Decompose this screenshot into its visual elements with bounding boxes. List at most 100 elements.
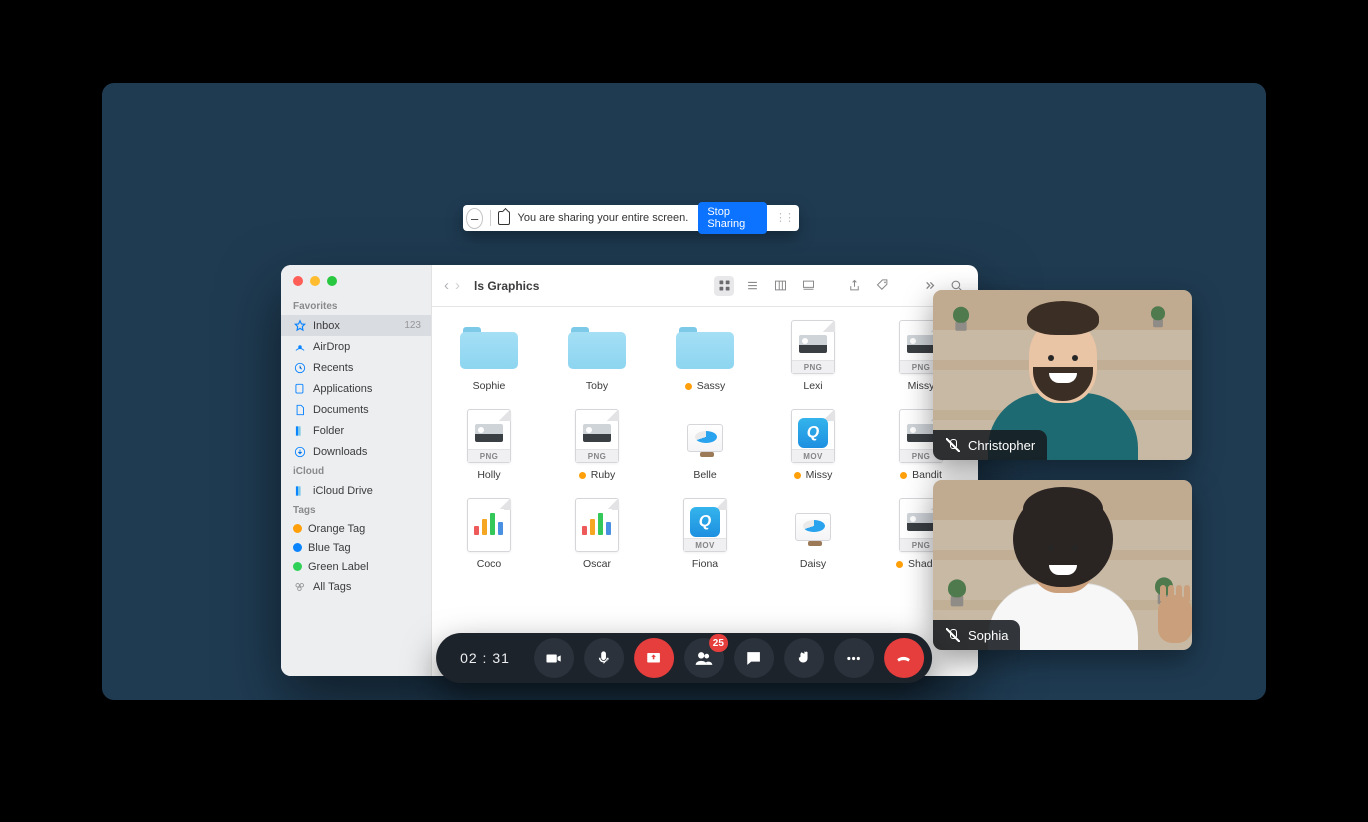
file-label: Belle (693, 469, 716, 481)
file-item[interactable]: Daisy (762, 499, 864, 570)
sidebar-item-folder[interactable]: Folder (281, 420, 431, 441)
sidebar-tag-orange[interactable]: Orange Tag (281, 519, 431, 538)
sidebar-header-favorites: Favorites (281, 297, 431, 315)
file-label: Daisy (800, 558, 826, 570)
view-columns-button[interactable] (770, 276, 790, 296)
reactions-button[interactable] (784, 638, 824, 678)
call-timer: 02 : 31 (460, 650, 510, 666)
sidebar-item-label: All Tags (313, 581, 351, 593)
share-status-text: You are sharing your entire screen. (518, 212, 689, 224)
sidebar-tag-green[interactable]: Green Label (281, 557, 431, 576)
participant-name: Sophia (968, 628, 1008, 643)
file-thumbnail (565, 321, 629, 373)
nav-forward-button[interactable]: › (455, 277, 460, 294)
file-item[interactable]: Toby (546, 321, 648, 392)
file-item[interactable]: Belle (654, 410, 756, 481)
file-thumbnail: PNG (781, 321, 845, 373)
collapse-icon[interactable]: – (466, 208, 483, 229)
file-thumbnail: PNG (457, 410, 521, 462)
file-item[interactable]: Coco (438, 499, 540, 570)
tags-button[interactable] (872, 276, 892, 296)
sidebar-header-tags: Tags (281, 501, 431, 519)
sidebar-item-label: Documents (313, 404, 369, 416)
file-name: Daisy (800, 558, 826, 570)
participant-name-chip: Christopher (933, 430, 1047, 460)
sidebar-item-label: Blue Tag (308, 542, 351, 554)
close-window-button[interactable] (293, 276, 303, 286)
file-thumbnail: MOV (781, 410, 845, 462)
file-label: Oscar (583, 558, 611, 570)
toggle-mic-button[interactable] (584, 638, 624, 678)
sidebar-item-label: AirDrop (313, 341, 350, 353)
end-call-button[interactable] (884, 638, 924, 678)
window-controls (281, 276, 431, 297)
chat-button[interactable] (734, 638, 774, 678)
file-item[interactable]: MOV Fiona (654, 499, 756, 570)
participants-button[interactable]: 25 (684, 638, 724, 678)
minimize-window-button[interactable] (310, 276, 320, 286)
sidebar-item-airdrop[interactable]: AirDrop (281, 336, 431, 357)
file-item[interactable]: Sophie (438, 321, 540, 392)
file-name: Belle (693, 469, 716, 481)
file-item[interactable]: Sassy (654, 321, 756, 392)
share-button[interactable] (844, 276, 864, 296)
participant-tile-christopher[interactable]: Christopher (933, 290, 1192, 460)
file-label: Lexi (803, 380, 822, 392)
stop-sharing-button[interactable]: Stop Sharing (698, 202, 767, 234)
sidebar-item-downloads[interactable]: Downloads (281, 441, 431, 462)
file-thumbnail (565, 499, 629, 551)
drag-handle-icon[interactable]: ⋮⋮ (775, 216, 793, 220)
star-icon (293, 319, 307, 333)
sidebar-item-label: Downloads (313, 446, 367, 458)
sidebar-item-applications[interactable]: Applications (281, 378, 431, 399)
file-label: Coco (477, 558, 502, 570)
nav-back-button[interactable]: ‹ (444, 277, 449, 294)
sidebar-item-label: Green Label (308, 561, 369, 573)
sidebar-tag-blue[interactable]: Blue Tag (281, 538, 431, 557)
mic-muted-icon (945, 438, 960, 453)
file-name: Fiona (692, 558, 718, 570)
sidebar-all-tags[interactable]: All Tags (281, 576, 431, 597)
participant-name: Christopher (968, 438, 1035, 453)
tag-dot-icon (896, 561, 903, 568)
finder-title: ls Graphics (474, 279, 539, 293)
icloud-icon (293, 484, 307, 498)
call-control-bar: 02 : 31 25 (436, 633, 932, 683)
finder-toolbar: ‹ › ls Graphics (432, 265, 978, 307)
file-thumbnail (781, 499, 845, 551)
waving-hand (1158, 595, 1192, 643)
file-label: Sassy (685, 380, 726, 392)
maximize-window-button[interactable] (327, 276, 337, 286)
file-item[interactable]: PNG Holly (438, 410, 540, 481)
sidebar-item-recents[interactable]: Recents (281, 357, 431, 378)
participant-tile-sophia[interactable]: Sophia (933, 480, 1192, 650)
file-item[interactable]: Oscar (546, 499, 648, 570)
file-thumbnail: MOV (673, 499, 737, 551)
sidebar-item-label: Inbox (313, 320, 340, 332)
downloads-icon (293, 445, 307, 459)
view-list-button[interactable] (742, 276, 762, 296)
file-label: Fiona (692, 558, 718, 570)
view-icons-button[interactable] (714, 276, 734, 296)
file-name: Missy (908, 380, 935, 392)
file-label: Sophie (473, 380, 506, 392)
sidebar-item-label: Folder (313, 425, 344, 437)
sidebar-item-icloud-drive[interactable]: iCloud Drive (281, 480, 431, 501)
sidebar-item-inbox[interactable]: Inbox 123 (281, 315, 431, 336)
view-gallery-button[interactable] (798, 276, 818, 296)
more-options-button[interactable] (834, 638, 874, 678)
folder-icon (293, 424, 307, 438)
file-name: Holly (477, 469, 500, 481)
file-label: Toby (586, 380, 608, 392)
share-screen-button[interactable] (634, 638, 674, 678)
airdrop-icon (293, 340, 307, 354)
finder-window: Favorites Inbox 123 AirDrop Recents Appl… (281, 265, 978, 676)
share-screen-icon[interactable] (498, 211, 510, 225)
sidebar-item-count: 123 (404, 320, 421, 331)
sidebar-item-documents[interactable]: Documents (281, 399, 431, 420)
file-item[interactable]: MOVMissy (762, 410, 864, 481)
file-item[interactable]: PNG Lexi (762, 321, 864, 392)
tag-dot-icon (685, 383, 692, 390)
file-item[interactable]: PNGRuby (546, 410, 648, 481)
toggle-camera-button[interactable] (534, 638, 574, 678)
